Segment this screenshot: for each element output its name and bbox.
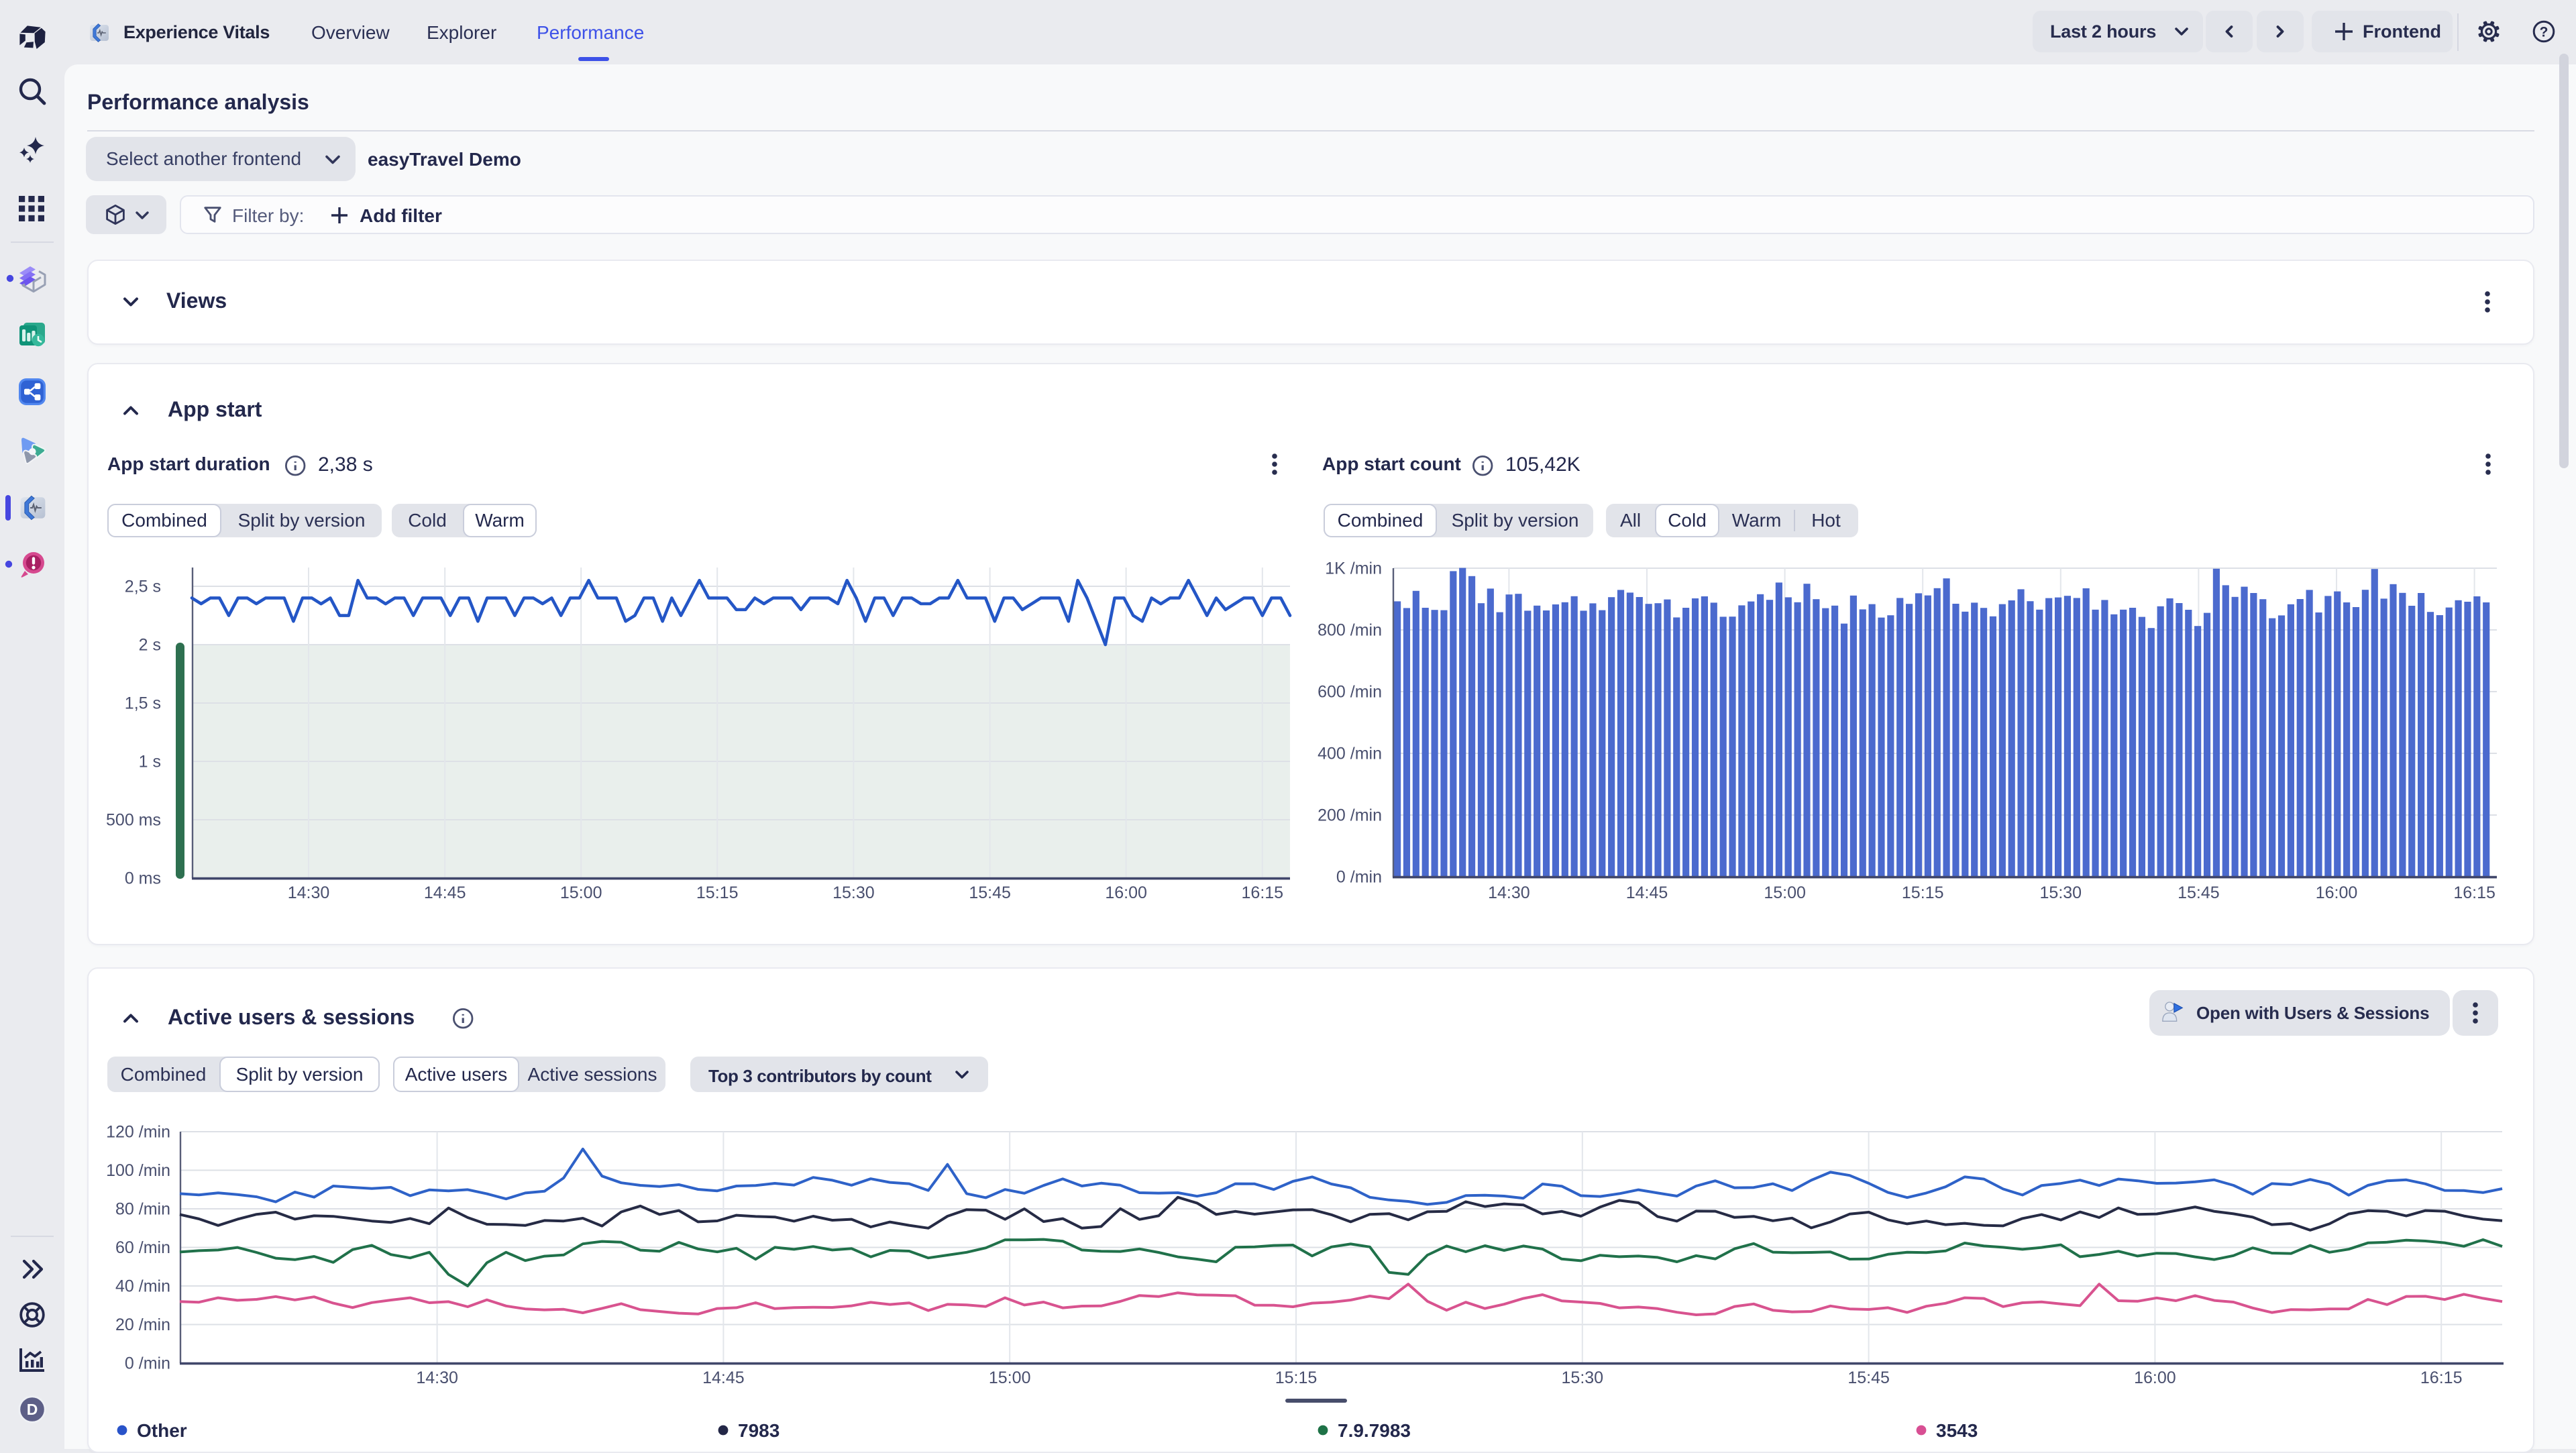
svg-text:16:15: 16:15 bbox=[2420, 1368, 2463, 1387]
svg-text:0 /min: 0 /min bbox=[125, 1354, 170, 1373]
svg-text:60 /min: 60 /min bbox=[115, 1238, 170, 1257]
svg-text:14:45: 14:45 bbox=[424, 883, 466, 902]
svg-text:1K /min: 1K /min bbox=[1325, 559, 1382, 578]
svg-text:1 s: 1 s bbox=[139, 752, 161, 771]
svg-text:400 /min: 400 /min bbox=[1318, 744, 1382, 763]
svg-text:15:15: 15:15 bbox=[1275, 1368, 1318, 1387]
svg-text:14:30: 14:30 bbox=[1488, 883, 1530, 902]
svg-text:15:00: 15:00 bbox=[989, 1368, 1031, 1387]
svg-text:15:30: 15:30 bbox=[1562, 1368, 1604, 1387]
svg-text:100 /min: 100 /min bbox=[106, 1161, 170, 1180]
svg-text:80 /min: 80 /min bbox=[115, 1199, 170, 1218]
svg-text:120 /min: 120 /min bbox=[106, 1122, 170, 1141]
svg-text:15:00: 15:00 bbox=[560, 883, 602, 902]
svg-text:0 ms: 0 ms bbox=[125, 869, 161, 887]
svg-text:D: D bbox=[27, 1401, 38, 1418]
svg-text:1,5 s: 1,5 s bbox=[125, 694, 161, 712]
svg-text:15:15: 15:15 bbox=[696, 883, 739, 902]
svg-text:15:30: 15:30 bbox=[2040, 883, 2082, 902]
svg-text:16:00: 16:00 bbox=[2316, 883, 2358, 902]
svg-text:2,5 s: 2,5 s bbox=[125, 577, 161, 596]
svg-text:600 /min: 600 /min bbox=[1318, 682, 1382, 701]
svg-text:16:00: 16:00 bbox=[1105, 883, 1147, 902]
svg-text:15:15: 15:15 bbox=[1902, 883, 1944, 902]
svg-text:15:00: 15:00 bbox=[1764, 883, 1806, 902]
svg-text:2 s: 2 s bbox=[139, 635, 161, 654]
svg-text:20 /min: 20 /min bbox=[115, 1315, 170, 1334]
svg-text:15:45: 15:45 bbox=[969, 883, 1011, 902]
svg-text:16:15: 16:15 bbox=[1242, 883, 1284, 902]
svg-text:15:30: 15:30 bbox=[833, 883, 875, 902]
svg-text:14:45: 14:45 bbox=[1626, 883, 1668, 902]
svg-text:15:45: 15:45 bbox=[2178, 883, 2220, 902]
svg-text:15:45: 15:45 bbox=[1847, 1368, 1890, 1387]
svg-text:0 /min: 0 /min bbox=[1336, 867, 1382, 886]
svg-text:40 /min: 40 /min bbox=[115, 1277, 170, 1295]
svg-text:14:30: 14:30 bbox=[288, 883, 330, 902]
svg-text:14:45: 14:45 bbox=[702, 1368, 745, 1387]
svg-text:16:00: 16:00 bbox=[2134, 1368, 2176, 1387]
svg-text:500 ms: 500 ms bbox=[106, 810, 161, 829]
svg-text:200 /min: 200 /min bbox=[1318, 806, 1382, 824]
svg-text:16:15: 16:15 bbox=[2453, 883, 2496, 902]
svg-text:14:30: 14:30 bbox=[416, 1368, 458, 1387]
svg-text:?: ? bbox=[2540, 24, 2548, 40]
svg-text:800 /min: 800 /min bbox=[1318, 621, 1382, 639]
